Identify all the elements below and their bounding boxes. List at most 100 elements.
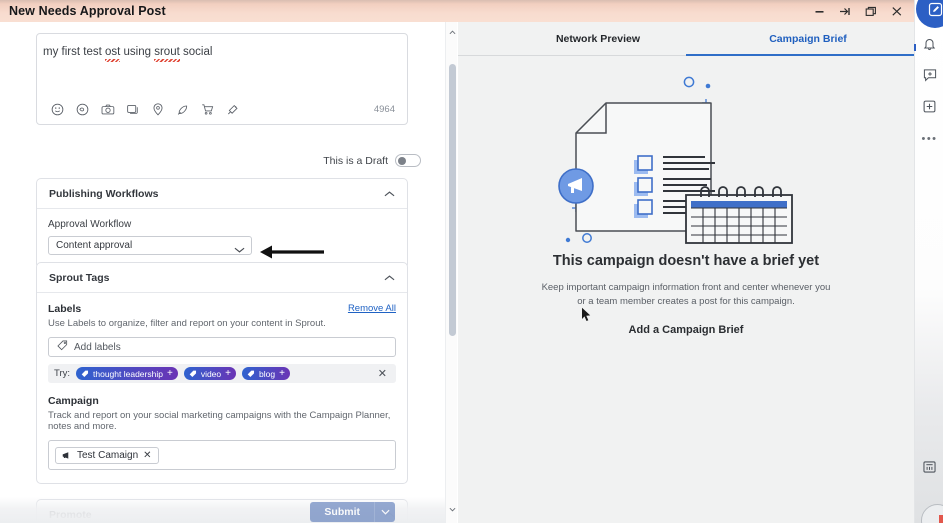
try-label: Try:: [54, 368, 71, 379]
labels-heading: Labels: [48, 303, 82, 315]
window-title: New Needs Approval Post: [9, 4, 166, 18]
close-button[interactable]: [884, 1, 910, 21]
sprout-tags-title: Sprout Tags: [49, 271, 110, 284]
scroll-down-icon[interactable]: [446, 503, 458, 515]
add-labels-placeholder: Add labels: [74, 341, 121, 353]
suggestion-label: video: [200, 368, 222, 379]
app-window: New Needs Approval Post my first test os…: [0, 0, 943, 523]
chevron-up-icon[interactable]: [384, 269, 395, 287]
sprout-tags-card: Sprout Tags Remove All Labels Use Labels…: [36, 262, 408, 484]
suggestion-label: blog: [258, 368, 276, 379]
post-editor-pane: my first test ost using srout social 496…: [0, 22, 457, 523]
approval-workflow-value: Content approval: [56, 240, 133, 251]
composer-toolbar: 4964: [45, 98, 399, 120]
editor-scrollbar[interactable]: [445, 22, 457, 523]
calculator-icon: [923, 461, 936, 473]
link-tag-icon[interactable]: [220, 99, 245, 119]
publishing-workflows-header[interactable]: Publishing Workflows: [37, 179, 407, 209]
compose-button[interactable]: [916, 0, 943, 28]
sticker-icon[interactable]: [70, 99, 95, 119]
preview-pane: Network Preview Campaign Brief This camp…: [458, 22, 914, 523]
camera-icon[interactable]: [95, 99, 120, 119]
bell-icon: [923, 38, 936, 51]
emoji-icon[interactable]: [45, 99, 70, 119]
add-button[interactable]: [915, 95, 943, 117]
publishing-workflows-body: Approval Workflow Content approval: [37, 209, 407, 268]
campaign-chip[interactable]: Test Camaign ✕: [55, 446, 159, 464]
window-titlebar: New Needs Approval Post: [0, 0, 914, 22]
scroll-up-icon[interactable]: [446, 26, 458, 38]
dismiss-suggestions-icon[interactable]: ✕: [378, 367, 390, 380]
add-suggestion-icon[interactable]: +: [279, 368, 285, 379]
notifications-button[interactable]: [915, 33, 943, 55]
empty-state-title: This campaign doesn't have a brief yet: [552, 253, 820, 269]
labels-description: Use Labels to organize, filter and repor…: [48, 318, 326, 329]
restore-button[interactable]: [858, 1, 884, 21]
draft-toggle-row: This is a Draft: [323, 154, 421, 167]
approval-workflow-select[interactable]: Content approval: [48, 236, 252, 255]
scrollbar-thumb[interactable]: [448, 64, 456, 336]
more-button[interactable]: •••: [915, 128, 943, 150]
empty-desc-line-1: Keep important campaign information fron…: [541, 282, 831, 293]
rocket-icon[interactable]: [170, 99, 195, 119]
minimize-button[interactable]: [806, 1, 832, 21]
campaign-input[interactable]: Test Camaign ✕: [48, 440, 396, 470]
annotation-arrow: [258, 244, 326, 260]
mouse-cursor: [581, 307, 592, 327]
post-composer[interactable]: my first test ost using srout social 496…: [36, 33, 408, 125]
remove-campaign-icon[interactable]: ✕: [143, 450, 151, 461]
empty-desc-line-2: or a team member creates a post for this…: [577, 296, 795, 307]
preview-tabs: Network Preview Campaign Brief: [458, 22, 914, 56]
draft-label: This is a Draft: [323, 154, 388, 167]
campaign-chip-label: Test Camaign: [77, 449, 139, 461]
approval-workflow-label: Approval Workflow: [48, 219, 132, 230]
collapse-to-side-button[interactable]: [832, 1, 858, 21]
campaign-description: Track and report on your social marketin…: [48, 410, 391, 432]
label-suggestions-row: Try: thought leadership + video + blog +…: [48, 364, 396, 383]
location-pin-icon[interactable]: [145, 99, 170, 119]
post-text[interactable]: my first test ost using srout social: [43, 45, 393, 62]
add-suggestion-icon[interactable]: +: [225, 368, 231, 379]
post-text-part-2: using: [120, 46, 155, 58]
draft-toggle[interactable]: [395, 154, 421, 167]
add-labels-input[interactable]: Add labels: [48, 337, 396, 357]
suggestion-chip-thought-leadership[interactable]: thought leadership +: [76, 367, 178, 380]
compose-icon: [928, 2, 942, 16]
toggle-knob: [397, 156, 406, 165]
editor-footer: Submit: [0, 497, 457, 523]
media-icon[interactable]: [120, 99, 145, 119]
plus-box-icon: [923, 100, 936, 112]
calculator-button[interactable]: [915, 456, 943, 478]
empty-state-description: Keep important campaign information fron…: [458, 281, 914, 309]
tab-network-preview[interactable]: Network Preview: [508, 22, 688, 56]
submit-group[interactable]: Submit: [310, 502, 395, 522]
status-accent: [939, 515, 943, 523]
sprout-tags-header[interactable]: Sprout Tags: [37, 263, 407, 293]
megaphone-icon: [62, 451, 69, 459]
publishing-workflows-card: Publishing Workflows Approval Workflow C…: [36, 178, 408, 269]
chevron-up-icon[interactable]: [384, 185, 395, 203]
submit-options-button[interactable]: [374, 502, 395, 522]
submit-button[interactable]: Submit: [310, 502, 374, 522]
window-controls: [806, 0, 910, 22]
campaign-brief-illustration: [458, 56, 914, 246]
message-plus-icon: [923, 69, 936, 82]
shopping-cart-icon[interactable]: [195, 99, 220, 119]
suggestion-chip-video[interactable]: video +: [183, 367, 236, 380]
misspelled-word-ost: ost: [104, 46, 121, 62]
messages-button[interactable]: [915, 64, 943, 86]
tag-icon: [57, 338, 68, 356]
sprout-tags-body: Remove All Labels Use Labels to organize…: [37, 293, 407, 483]
publishing-workflows-title: Publishing Workflows: [49, 187, 159, 200]
suggestion-chip-blog[interactable]: blog +: [241, 367, 290, 380]
post-text-part-1: my first test: [43, 46, 105, 58]
add-suggestion-icon[interactable]: +: [167, 368, 173, 379]
remove-all-link[interactable]: Remove All: [348, 303, 396, 314]
add-campaign-brief-button[interactable]: Add a Campaign Brief: [458, 324, 914, 336]
misspelled-word-srout: srout: [154, 46, 180, 62]
pane-indicator: [914, 44, 916, 51]
campaign-heading: Campaign: [48, 395, 99, 407]
tab-campaign-brief[interactable]: Campaign Brief: [718, 22, 898, 56]
post-text-part-3: social: [179, 46, 213, 58]
character-count: 4964: [373, 103, 395, 115]
